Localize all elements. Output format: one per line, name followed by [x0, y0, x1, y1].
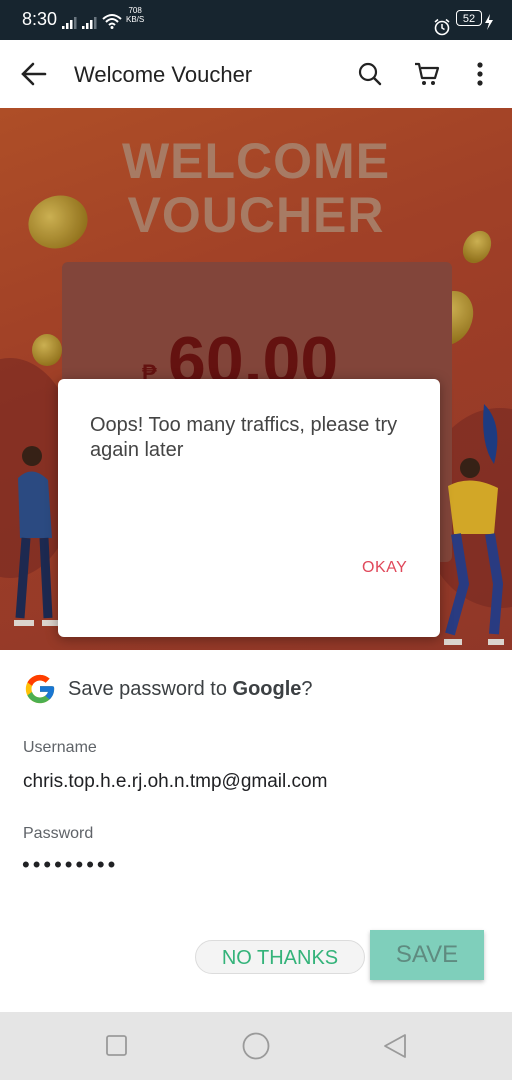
save-password-sheet: Save password to Google? Username chris.… — [0, 650, 512, 1012]
alarm-icon — [434, 18, 450, 36]
charging-icon — [485, 14, 493, 30]
save-password-title-brand: Google — [232, 678, 302, 700]
save-password-title: Save password to Google? — [68, 678, 313, 701]
app-bar: Welcome Voucher — [0, 40, 512, 108]
battery-level: 52 — [456, 10, 482, 26]
status-time: 8:30 — [22, 9, 58, 29]
net-speed-value: 708 — [128, 6, 142, 15]
search-icon[interactable] — [357, 61, 383, 87]
back-arrow-icon[interactable] — [20, 60, 48, 88]
wifi-icon — [102, 14, 122, 29]
save-button[interactable]: SAVE — [370, 930, 484, 980]
more-vert-icon[interactable] — [474, 60, 486, 88]
back-triangle-icon[interactable] — [382, 1032, 408, 1060]
password-value: ••••••••• — [22, 852, 119, 877]
dialog-message: Oops! Too many traffics, please try agai… — [90, 414, 398, 461]
signal-icon — [62, 17, 77, 29]
net-speed: 708 KB/S — [126, 6, 144, 24]
password-label: Password — [23, 825, 94, 842]
cart-icon[interactable] — [413, 61, 441, 87]
signal-icon — [82, 17, 97, 29]
home-circle-icon[interactable] — [241, 1031, 271, 1061]
save-password-title-suffix: ? — [301, 678, 313, 700]
recents-square-icon[interactable] — [105, 1034, 129, 1058]
system-nav-bar — [0, 1012, 512, 1080]
okay-button[interactable]: OKAY — [362, 559, 407, 577]
no-thanks-button[interactable]: NO THANKS — [195, 940, 365, 974]
status-bar: 8:30 708 KB/S 52 — [0, 0, 512, 40]
username-label: Username — [23, 739, 97, 756]
error-dialog: Oops! Too many traffics, please try agai… — [58, 379, 440, 637]
username-value: chris.top.h.e.rj.oh.n.tmp@gmail.com — [23, 771, 328, 792]
net-speed-unit: KB/S — [126, 15, 145, 24]
save-password-title-prefix: Save password to — [68, 678, 233, 700]
google-logo-icon — [25, 674, 55, 704]
page-title: Welcome Voucher — [74, 62, 253, 87]
